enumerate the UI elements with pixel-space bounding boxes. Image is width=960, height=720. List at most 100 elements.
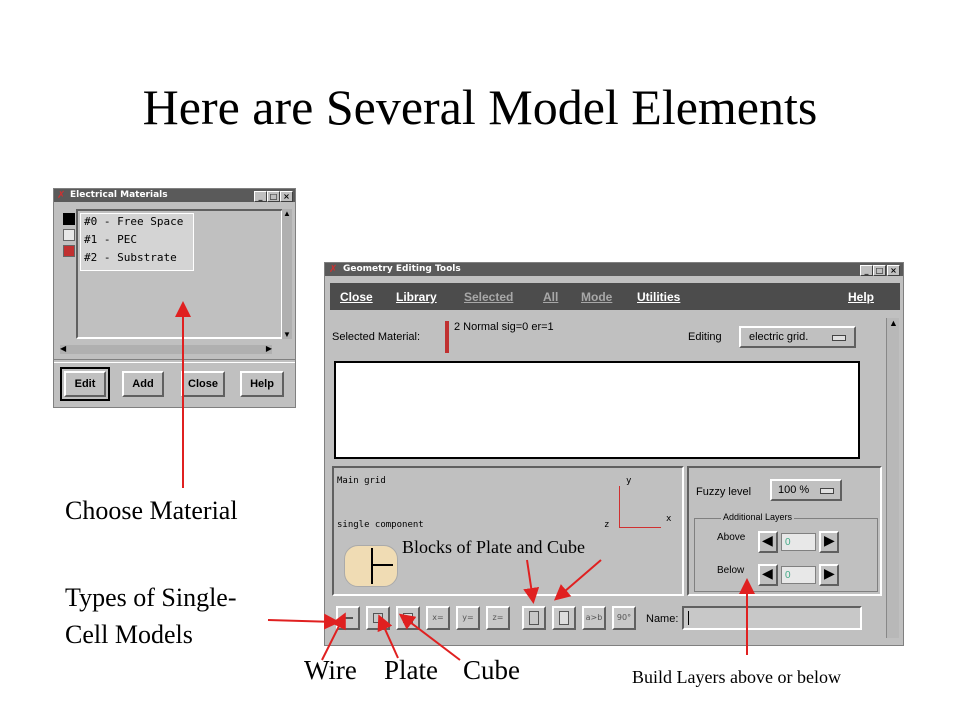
above-value: 0 [785, 537, 791, 548]
rotate-tool-button[interactable]: 90° [612, 606, 636, 630]
scroll-up-icon[interactable]: ▲ [889, 318, 898, 328]
minimize-icon[interactable]: _ [860, 265, 873, 276]
selected-material-value: 2 Normal sig=0 er=1 [454, 321, 554, 333]
swap-label: a>b [585, 613, 603, 622]
help-button[interactable]: Help [240, 371, 284, 397]
wire-caption: Wire [304, 655, 357, 685]
single-component-label: single component [337, 520, 424, 530]
additional-layers-title: Additional Layers [721, 512, 795, 522]
slide-title: Here are Several Model Elements [142, 79, 818, 135]
above-label: Above [717, 532, 746, 543]
close-icon[interactable]: × [887, 265, 900, 276]
name-input[interactable] [682, 606, 862, 630]
types-caption-line1: Types of Single- [65, 583, 237, 612]
add-button[interactable]: Add [122, 371, 164, 397]
editing-label: Editing [688, 331, 722, 343]
maximize-icon[interactable]: □ [267, 191, 280, 202]
close-icon[interactable]: × [280, 191, 293, 202]
swap-tool-button[interactable]: a>b [582, 606, 606, 630]
below-value-field[interactable]: 0 [781, 566, 816, 584]
menu-close[interactable]: Close [340, 290, 373, 304]
main-grid-label: Main grid [337, 476, 386, 486]
selected-material-swatch [445, 321, 449, 353]
divider [54, 359, 295, 363]
name-label: Name: [646, 613, 679, 625]
types-caption-line2: Cell Models [65, 620, 193, 649]
wire-tool-button[interactable] [336, 606, 360, 630]
horizontal-scrollbar[interactable]: ◀ ▶ [60, 344, 272, 354]
editing-value: electric grid. [749, 331, 809, 343]
material-item[interactable]: #1 - PEC [84, 233, 137, 246]
z-tool-button[interactable]: z= [486, 606, 510, 630]
scroll-down-icon[interactable]: ▼ [283, 330, 291, 339]
maximize-icon[interactable]: □ [873, 265, 886, 276]
menu-mode[interactable]: Mode [581, 290, 612, 304]
menu-library[interactable]: Library [396, 290, 437, 304]
close-button[interactable]: Close [181, 371, 225, 397]
plate-icon [373, 612, 383, 623]
element-toolbar: x= y= z= a>b 90° Name: [332, 601, 884, 635]
plate-caption: Plate [384, 655, 438, 685]
menu-help[interactable]: Help [848, 290, 874, 304]
axis-x-line [619, 527, 661, 528]
materials-list[interactable]: #0 - Free Space #1 - PEC #2 - Substrate [76, 209, 283, 339]
menu-utilities[interactable]: Utilities [637, 290, 680, 304]
below-value: 0 [785, 570, 791, 581]
plate-block-button[interactable] [522, 606, 546, 630]
x-tool-button[interactable]: x= [426, 606, 450, 630]
plate-block-icon [529, 610, 539, 625]
rotate-label: 90° [616, 613, 632, 622]
choose-material-caption: Choose Material [65, 496, 238, 525]
dropdown-indicator-icon [832, 335, 846, 341]
material-item[interactable]: #0 - Free Space [84, 215, 183, 228]
wire-element-icon [344, 545, 398, 587]
fuzzy-level-label: Fuzzy level [696, 486, 752, 498]
edit-button[interactable]: Edit [64, 371, 106, 397]
above-increment-button[interactable]: ▶ [819, 531, 839, 553]
material-swatch-0[interactable] [63, 213, 75, 225]
dropdown-indicator-icon [820, 488, 834, 494]
above-value-field[interactable]: 0 [781, 533, 816, 551]
app-x-icon: ✗ [57, 190, 66, 201]
z-equals-label: z= [492, 613, 504, 622]
plate-tool-button[interactable] [366, 606, 390, 630]
below-decrement-button[interactable]: ◀ [758, 564, 778, 586]
fuzzy-level-dropdown[interactable]: 100 % [770, 479, 842, 501]
vertical-scrollbar[interactable]: ▲ ▼ [282, 209, 292, 339]
menu-all[interactable]: All [543, 290, 558, 304]
fuzzy-level-value: 100 % [778, 484, 810, 496]
drawing-canvas[interactable] [334, 361, 860, 459]
menu-selected[interactable]: Selected [464, 290, 513, 304]
geometry-titlebar: ✗ Geometry Editing Tools _ □ × [325, 263, 903, 276]
scroll-up-icon[interactable]: ▲ [283, 209, 291, 218]
window-scrollbar[interactable]: ▲ [886, 318, 899, 638]
layers-panel: Fuzzy level 100 % Additional Layers Abov… [687, 466, 882, 596]
scroll-right-icon[interactable]: ▶ [266, 344, 272, 353]
y-tool-button[interactable]: y= [456, 606, 480, 630]
material-swatch-1[interactable] [63, 229, 75, 241]
material-swatch-2[interactable] [63, 245, 75, 257]
editing-dropdown[interactable]: electric grid. [739, 326, 856, 348]
arrow-right-icon: ▶ [824, 534, 835, 549]
selected-material-label: Selected Material: [332, 331, 421, 343]
y-equals-label: y= [462, 613, 474, 622]
axis-y-label: y [626, 476, 632, 486]
wire-icon [343, 616, 353, 619]
below-label: Below [717, 565, 745, 576]
cube-block-button[interactable] [552, 606, 576, 630]
scroll-left-icon[interactable]: ◀ [60, 344, 66, 353]
above-decrement-button[interactable]: ◀ [758, 531, 778, 553]
geometry-editing-window: ✗ Geometry Editing Tools _ □ × Close Lib… [324, 262, 904, 646]
cube-icon [403, 612, 413, 623]
minimize-icon[interactable]: _ [254, 191, 267, 202]
materials-window-title: Electrical Materials [70, 190, 168, 200]
cube-block-icon [559, 610, 569, 625]
below-increment-button[interactable]: ▶ [819, 564, 839, 586]
material-item[interactable]: #2 - Substrate [84, 251, 177, 264]
arrow-left-icon: ◀ [762, 567, 773, 582]
app-x-icon: ✗ [329, 264, 338, 275]
text-cursor-icon [688, 611, 689, 625]
cube-tool-button[interactable] [396, 606, 420, 630]
electrical-materials-window: ✗ Electrical Materials _ □ × #0 - Free S… [53, 188, 296, 408]
grid-panel[interactable]: Main grid single component y x z [332, 466, 684, 596]
